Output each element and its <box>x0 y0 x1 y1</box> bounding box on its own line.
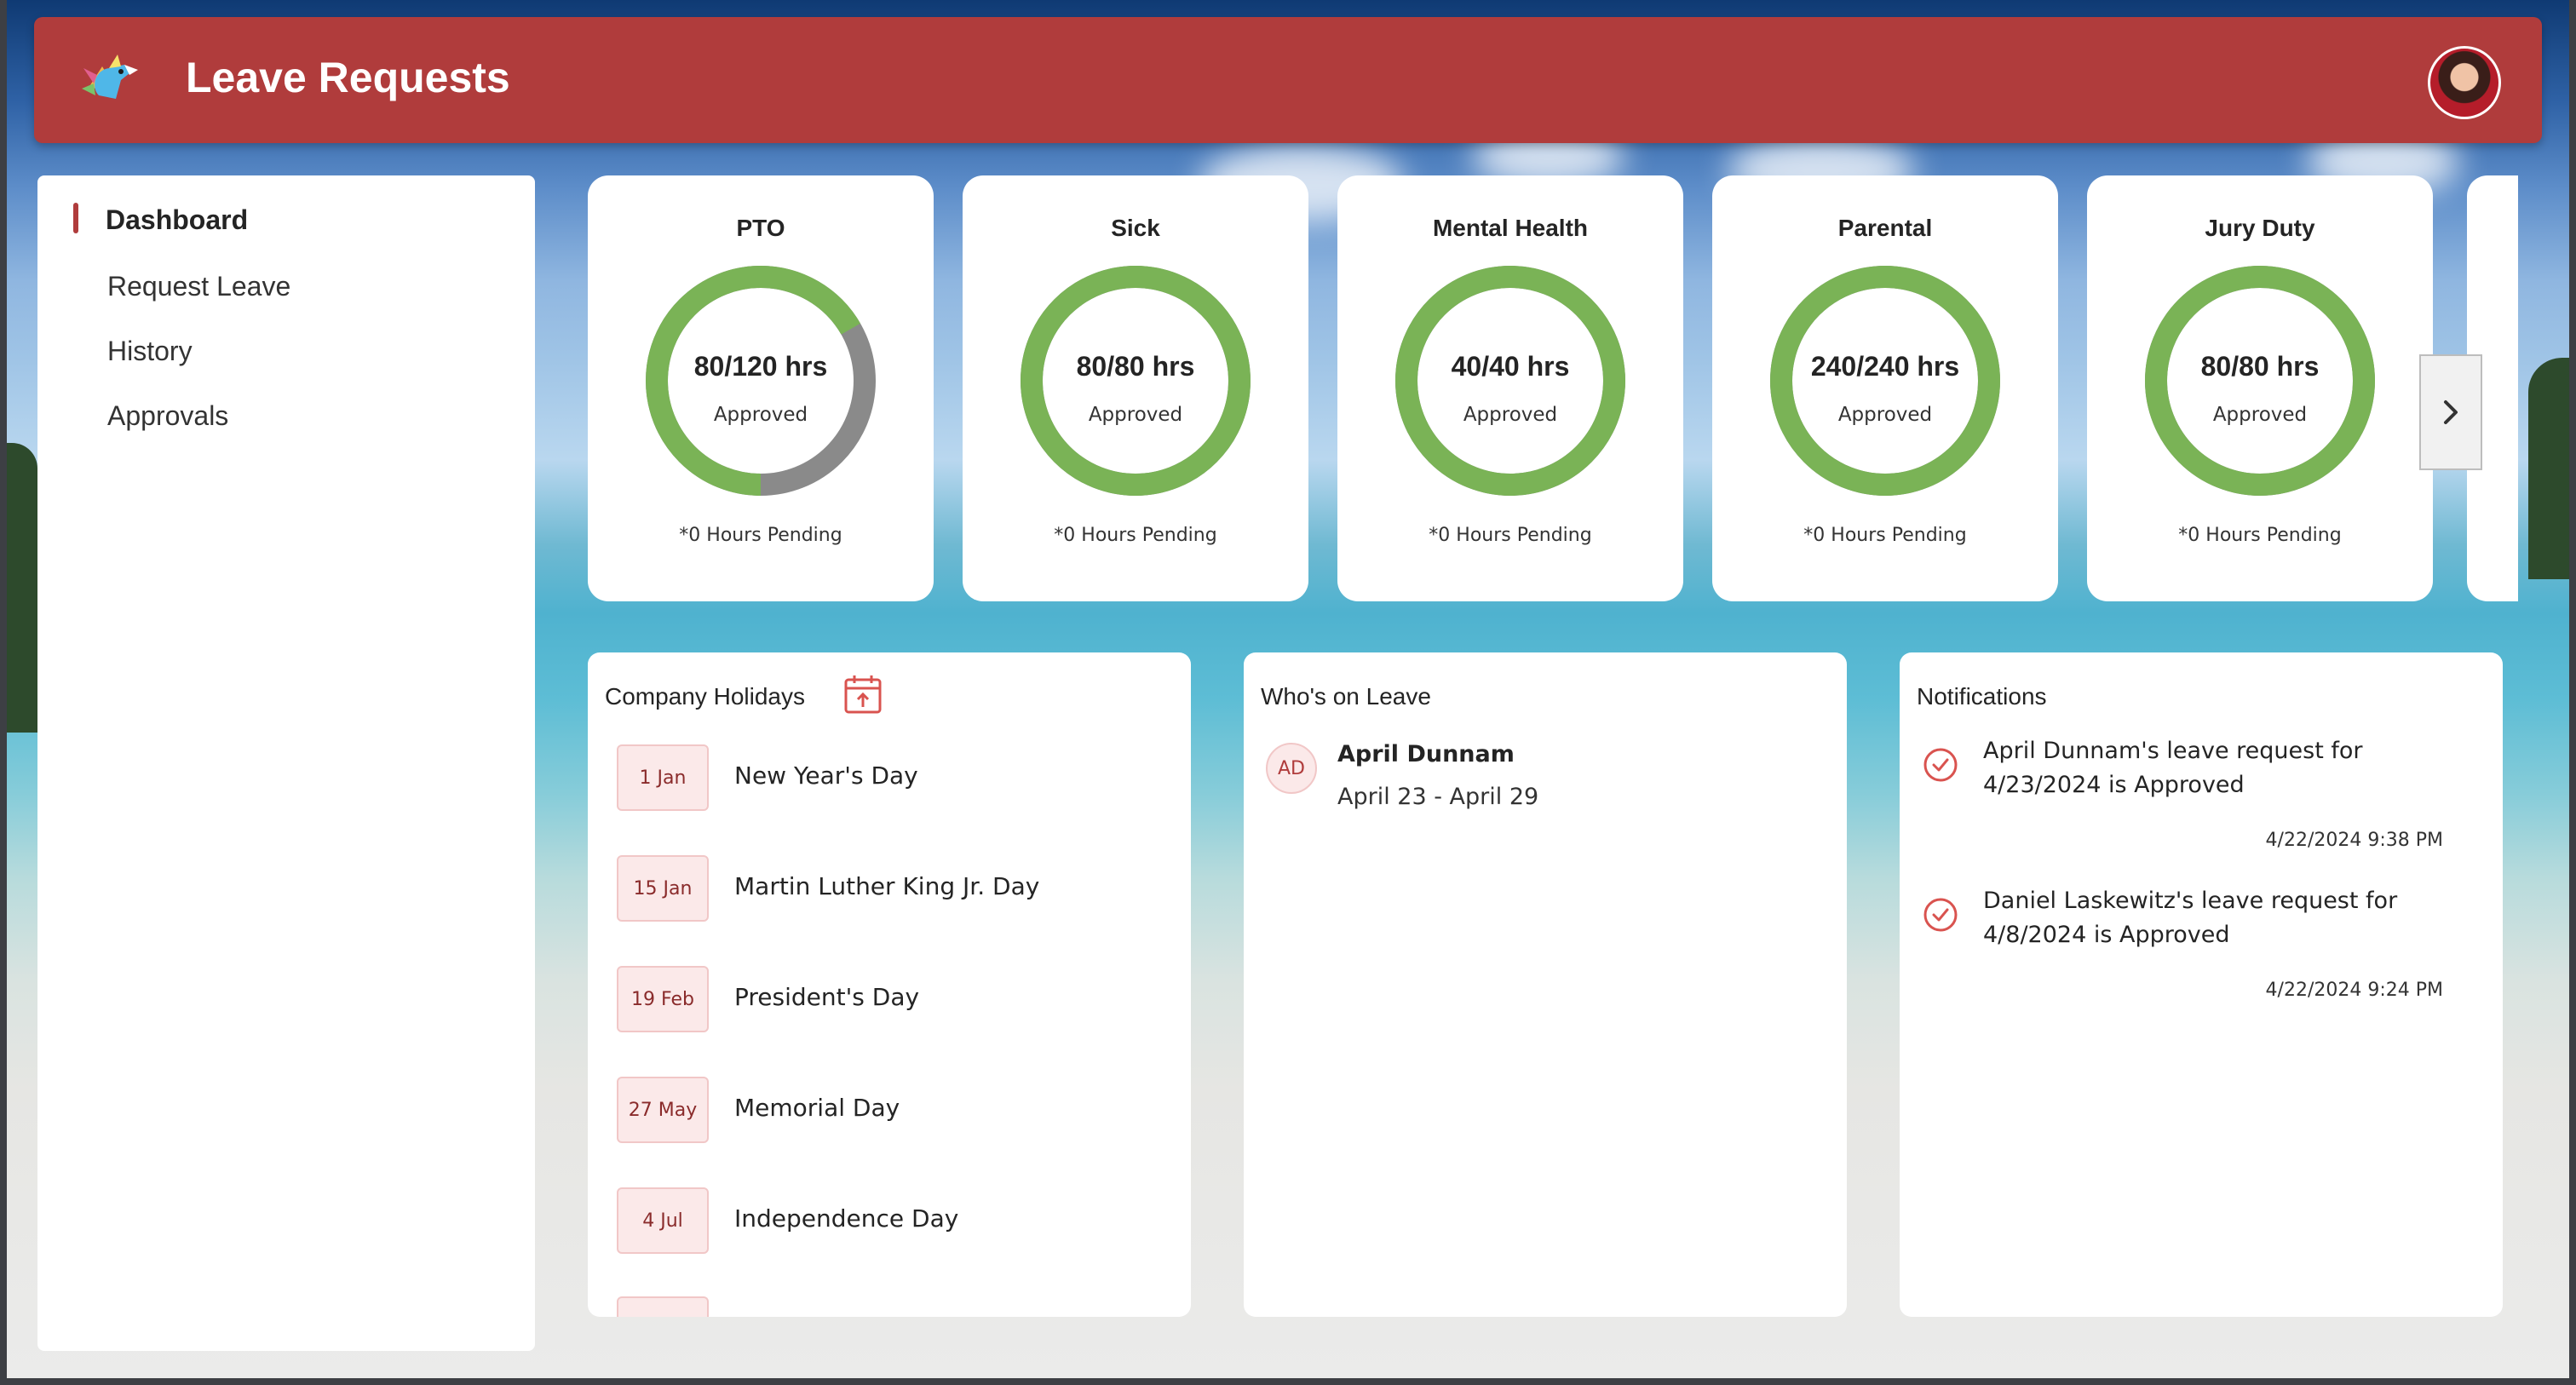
leave-card-status: Approved <box>1088 404 1183 426</box>
user-avatar[interactable] <box>2428 46 2501 119</box>
person-leave-dates: April 23 - April 29 <box>1337 784 1539 810</box>
notification-text: Daniel Laskewitz's leave request for 4/8… <box>1983 888 2398 948</box>
leave-card-mental-health[interactable]: Mental Health 40/40 hrs Approved *0 Hours P… <box>1337 175 1683 601</box>
sidebar-nav: Dashboard Request Leave History Approval… <box>37 175 535 1351</box>
sidebar-item-dashboard[interactable]: Dashboard <box>106 204 248 236</box>
holiday-name: New Year's Day <box>734 761 918 790</box>
app-header: Leave Requests <box>34 17 2542 143</box>
leave-card-title: Parental <box>1837 215 1933 241</box>
leave-card-pending: *0 Hours Pending <box>1054 525 1217 546</box>
holiday-name: Memorial Day <box>734 1094 900 1122</box>
holiday-date-badge: 19 Feb <box>617 966 709 1032</box>
notification-timestamp: 4/22/2024 9:24 PM <box>2265 980 2443 1001</box>
company-holidays-panel: Company Holidays 1 Jan New Year's Day 15 J… <box>588 652 1191 1317</box>
holiday-date-badge: 4 Jul <box>617 1187 709 1254</box>
holiday-date-badge: 27 May <box>617 1077 709 1143</box>
notification-text: April Dunnam's leave request for 4/23/20… <box>1983 738 2363 798</box>
leave-card-status: Approved <box>1463 404 1558 426</box>
holiday-name: Independence Day <box>734 1204 959 1233</box>
notification-timestamp: 4/22/2024 9:38 PM <box>2265 830 2443 851</box>
leave-card-status: Approved <box>2212 404 2308 426</box>
holiday-name: President's Day <box>734 983 920 1011</box>
leave-card-hours: 80/120 hrs <box>693 351 828 382</box>
leave-card-pending: *0 Hours Pending <box>1429 525 1592 546</box>
chevron-right-icon <box>2444 400 2458 424</box>
sidebar-item-approvals[interactable]: Approvals <box>107 400 228 432</box>
leave-card-parental[interactable]: Parental 240/240 hrs Approved *0 Hours Pend… <box>1712 175 2058 601</box>
whos-on-leave-panel: Who's on Leave AD April Dunnam April 23 … <box>1244 652 1847 1317</box>
check-circle-icon <box>1923 748 1958 782</box>
leave-card-pending: *0 Hours Pending <box>1803 525 1967 546</box>
leave-card-title: PTO <box>736 215 785 241</box>
active-nav-indicator <box>73 203 78 233</box>
leave-card-hours: 80/80 hrs <box>2200 351 2320 382</box>
holiday-date-badge-partial <box>617 1296 709 1317</box>
holiday-date-badge: 15 Jan <box>617 855 709 922</box>
leave-card-pending: *0 Hours Pending <box>679 525 842 546</box>
leave-card-title: Sick <box>1111 215 1160 241</box>
whos-on-leave-title: Who's on Leave <box>1261 683 1431 710</box>
leave-card-pto[interactable]: PTO 80/120 hrs Approved *0 Hours Pending <box>588 175 934 601</box>
leave-card-status: Approved <box>1837 404 1933 426</box>
notifications-title: Notifications <box>1917 683 2047 710</box>
calendar-icon[interactable] <box>843 673 883 715</box>
leave-card-status: Approved <box>713 404 808 426</box>
person-initials-avatar: AD <box>1266 743 1317 794</box>
notifications-panel: Notifications April Dunnam's leave reque… <box>1900 652 2503 1317</box>
leave-card-pending: *0 Hours Pending <box>2178 525 2342 546</box>
leave-card-hours: 80/80 hrs <box>1076 351 1195 382</box>
leave-card-hours: 40/40 hrs <box>1451 351 1570 382</box>
app-window: Leave Requests Dashboard Request Leave H… <box>7 0 2569 1378</box>
leave-card-sick[interactable]: Sick 80/80 hrs Approved *0 Hours Pending <box>963 175 1308 601</box>
person-name: April Dunnam <box>1337 741 1515 767</box>
sidebar-item-request-leave[interactable]: Request Leave <box>107 271 290 302</box>
leave-card-title: Jury Duty <box>2205 215 2315 241</box>
app-title: Leave Requests <box>186 54 510 101</box>
leave-card-title: Mental Health <box>1432 215 1589 241</box>
sidebar-item-history[interactable]: History <box>107 336 193 367</box>
company-holidays-title: Company Holidays <box>605 683 805 710</box>
background-island <box>2528 358 2569 579</box>
holiday-date-badge: 1 Jan <box>617 744 709 811</box>
leave-card-jury-duty[interactable]: Jury Duty 80/80 hrs Approved *0 Hours Pendi… <box>2087 175 2433 601</box>
unicorn-logo-icon <box>82 55 138 99</box>
leave-card-hours: 240/240 hrs <box>1810 351 1960 382</box>
check-circle-icon <box>1923 898 1958 932</box>
carousel-next-button[interactable] <box>2419 354 2482 470</box>
holiday-name: Martin Luther King Jr. Day <box>734 872 1040 900</box>
background-island <box>7 443 37 733</box>
